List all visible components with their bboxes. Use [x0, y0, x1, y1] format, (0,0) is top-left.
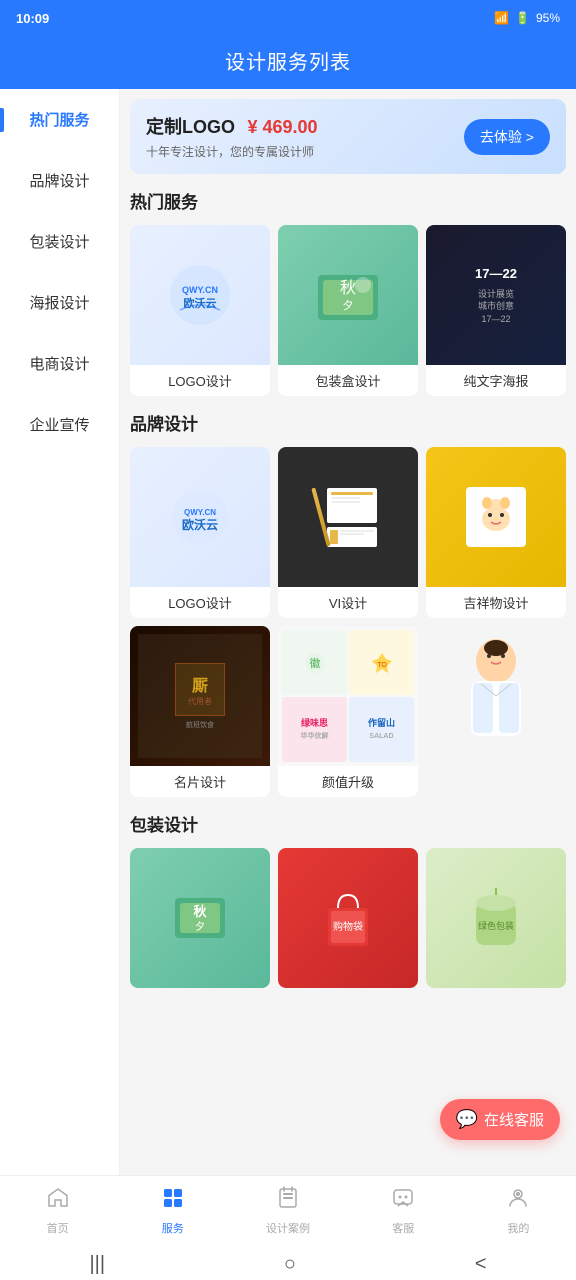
- brand-design-title: 品牌设计: [130, 410, 566, 435]
- nav-customer[interactable]: 客服: [346, 1186, 461, 1236]
- nav-mine[interactable]: 我的: [461, 1186, 576, 1236]
- chat-icon: 💬: [456, 1109, 478, 1130]
- sidebar-item-poster[interactable]: 海报设计: [0, 272, 119, 333]
- nav-mine-label: 我的: [507, 1220, 529, 1236]
- brand-mascot-label: 吉祥物设计: [426, 587, 566, 618]
- banner-price: ¥ 469.00: [247, 117, 317, 137]
- package-design-title: 包装设计: [130, 811, 566, 836]
- cases-icon: [276, 1186, 300, 1216]
- hot-services-grid: QWY.CN 欧沃云 LOGO设计 秋 夕: [130, 225, 566, 396]
- brand-design-section: 品牌设计 QWY.CN 欧沃云 LOGO设计: [120, 396, 576, 797]
- mascot-thumb: [426, 447, 566, 587]
- brand-row2-grid: 厮 代用者 航班饮食 名片设计: [130, 626, 566, 797]
- brand-logo-thumb: QWY.CN 欧沃云: [160, 477, 240, 557]
- hot-services-title: 热门服务: [130, 188, 566, 213]
- namecard-thumb: 厮 代用者 航班饮食: [130, 626, 270, 766]
- bottom-nav: 首页 服务 设计案例: [0, 1175, 576, 1245]
- sidebar-item-hot[interactable]: 热门服务: [0, 89, 119, 150]
- hot-package-label: 包装盒设计: [278, 365, 418, 396]
- brand-upgrade-item[interactable]: 徽 TO 绿味思华华优鲜: [278, 626, 418, 797]
- pkg-item-3[interactable]: 绿色包装: [426, 848, 566, 988]
- svg-text:QWY.CN: QWY.CN: [182, 285, 218, 295]
- poster-text: 17—22 设计展览城市创意17—22: [467, 256, 525, 333]
- hot-item-logo[interactable]: QWY.CN 欧沃云 LOGO设计: [130, 225, 270, 396]
- brand-vi-label: VI设计: [278, 587, 418, 618]
- consultant-avatar: [451, 626, 541, 746]
- package-design-section: 包装设计 秋 夕: [120, 797, 576, 988]
- status-time: 10:09: [16, 11, 49, 26]
- indicator-left: |||: [89, 1253, 105, 1276]
- status-bar: 10:09 📶 🔋 95%: [0, 0, 576, 36]
- svg-text:TO: TO: [377, 662, 387, 669]
- sidebar-item-package[interactable]: 包装设计: [0, 211, 119, 272]
- float-customer-service[interactable]: 💬 在线客服: [440, 1099, 560, 1140]
- banner-cta-button[interactable]: 去体验 >: [464, 119, 550, 155]
- hot-item-poster[interactable]: 17—22 设计展览城市创意17—22 纯文字海报: [426, 225, 566, 396]
- svg-text:绿色包装: 绿色包装: [478, 920, 514, 931]
- brand-namecard-label: 名片设计: [130, 766, 270, 797]
- brand-upgrade-label: 颜值升级: [278, 766, 418, 797]
- float-service-label: 在线客服: [484, 1109, 544, 1130]
- promo-banner[interactable]: 定制LOGO ¥ 469.00 十年专注设计，您的专属设计师 去体验 >: [130, 99, 566, 174]
- logo-design-thumb: QWY.CN 欧沃云: [160, 255, 240, 335]
- battery-icon: 🔋: [515, 11, 530, 25]
- brand-vi-item[interactable]: VI设计: [278, 447, 418, 618]
- banner-title: 定制LOGO: [146, 117, 235, 137]
- status-icons: 📶 🔋 95%: [494, 11, 560, 25]
- svg-text:QWY.CN: QWY.CN: [184, 508, 216, 517]
- svg-text:夕: 夕: [195, 921, 205, 933]
- brand-logo-item[interactable]: QWY.CN 欧沃云 LOGO设计: [130, 447, 270, 618]
- package-grid: 秋 夕: [130, 848, 566, 988]
- hot-logo-label: LOGO设计: [130, 365, 270, 396]
- pkg-item-2[interactable]: 购物袋: [278, 848, 418, 988]
- vi-thumb: [278, 447, 418, 587]
- hot-poster-label: 纯文字海报: [426, 365, 566, 396]
- sidebar-item-ecommerce[interactable]: 电商设计: [0, 333, 119, 394]
- home-icon: [46, 1186, 70, 1216]
- customer-icon: [391, 1186, 415, 1216]
- svg-text:徽: 徽: [309, 656, 320, 670]
- nav-customer-label: 客服: [392, 1220, 414, 1236]
- sidebar-item-brand[interactable]: 品牌设计: [0, 150, 119, 211]
- page-header: 设计服务列表: [0, 36, 576, 89]
- svg-text:购物袋: 购物袋: [333, 920, 363, 933]
- upgrade-thumb: 徽 TO 绿味思华华优鲜: [278, 626, 418, 766]
- sidebar-item-enterprise[interactable]: 企业宣传: [0, 394, 119, 455]
- package-design-thumb: 秋 夕: [308, 255, 388, 335]
- page-title: 设计服务列表: [225, 52, 351, 74]
- nav-cases-label: 设计案例: [266, 1220, 310, 1236]
- hot-item-package[interactable]: 秋 夕 包装盒设计: [278, 225, 418, 396]
- battery-level: 95%: [536, 11, 560, 25]
- home-indicator: ||| ○ <: [0, 1245, 576, 1280]
- nav-home[interactable]: 首页: [0, 1186, 115, 1236]
- indicator-right: <: [475, 1253, 487, 1276]
- brand-logo-label: LOGO设计: [130, 587, 270, 618]
- svg-text:秋: 秋: [340, 279, 356, 297]
- mine-icon: [506, 1186, 530, 1216]
- service-icon: [161, 1186, 185, 1216]
- svg-text:秋: 秋: [193, 904, 207, 919]
- nav-service[interactable]: 服务: [115, 1186, 230, 1236]
- brand-consultant-item: [426, 626, 566, 797]
- nav-service-label: 服务: [162, 1220, 184, 1236]
- svg-text:欧沃云: 欧沃云: [184, 296, 217, 310]
- nav-home-label: 首页: [47, 1220, 69, 1236]
- indicator-middle: ○: [284, 1253, 296, 1276]
- sidebar: 热门服务 品牌设计 包装设计 海报设计 电商设计 企业宣传: [0, 89, 120, 1175]
- brand-mascot-item[interactable]: 吉祥物设计: [426, 447, 566, 618]
- brand-namecard-item[interactable]: 厮 代用者 航班饮食 名片设计: [130, 626, 270, 797]
- signal-icon: 📶: [494, 11, 509, 25]
- brand-row1-grid: QWY.CN 欧沃云 LOGO设计: [130, 447, 566, 618]
- svg-text:夕: 夕: [343, 299, 354, 312]
- banner-subtitle: 十年专注设计，您的专属设计师: [146, 143, 318, 160]
- svg-text:欧沃云: 欧沃云: [182, 517, 218, 532]
- content-area: 定制LOGO ¥ 469.00 十年专注设计，您的专属设计师 去体验 > 热门服…: [120, 89, 576, 1175]
- pkg-item-1[interactable]: 秋 夕: [130, 848, 270, 988]
- main-layout: 热门服务 品牌设计 包装设计 海报设计 电商设计 企业宣传 定制LOGO ¥ 4…: [0, 89, 576, 1175]
- nav-cases[interactable]: 设计案例: [230, 1186, 345, 1236]
- hot-services-section: 热门服务 QWY.CN 欧沃云 LOGO设计: [120, 174, 576, 396]
